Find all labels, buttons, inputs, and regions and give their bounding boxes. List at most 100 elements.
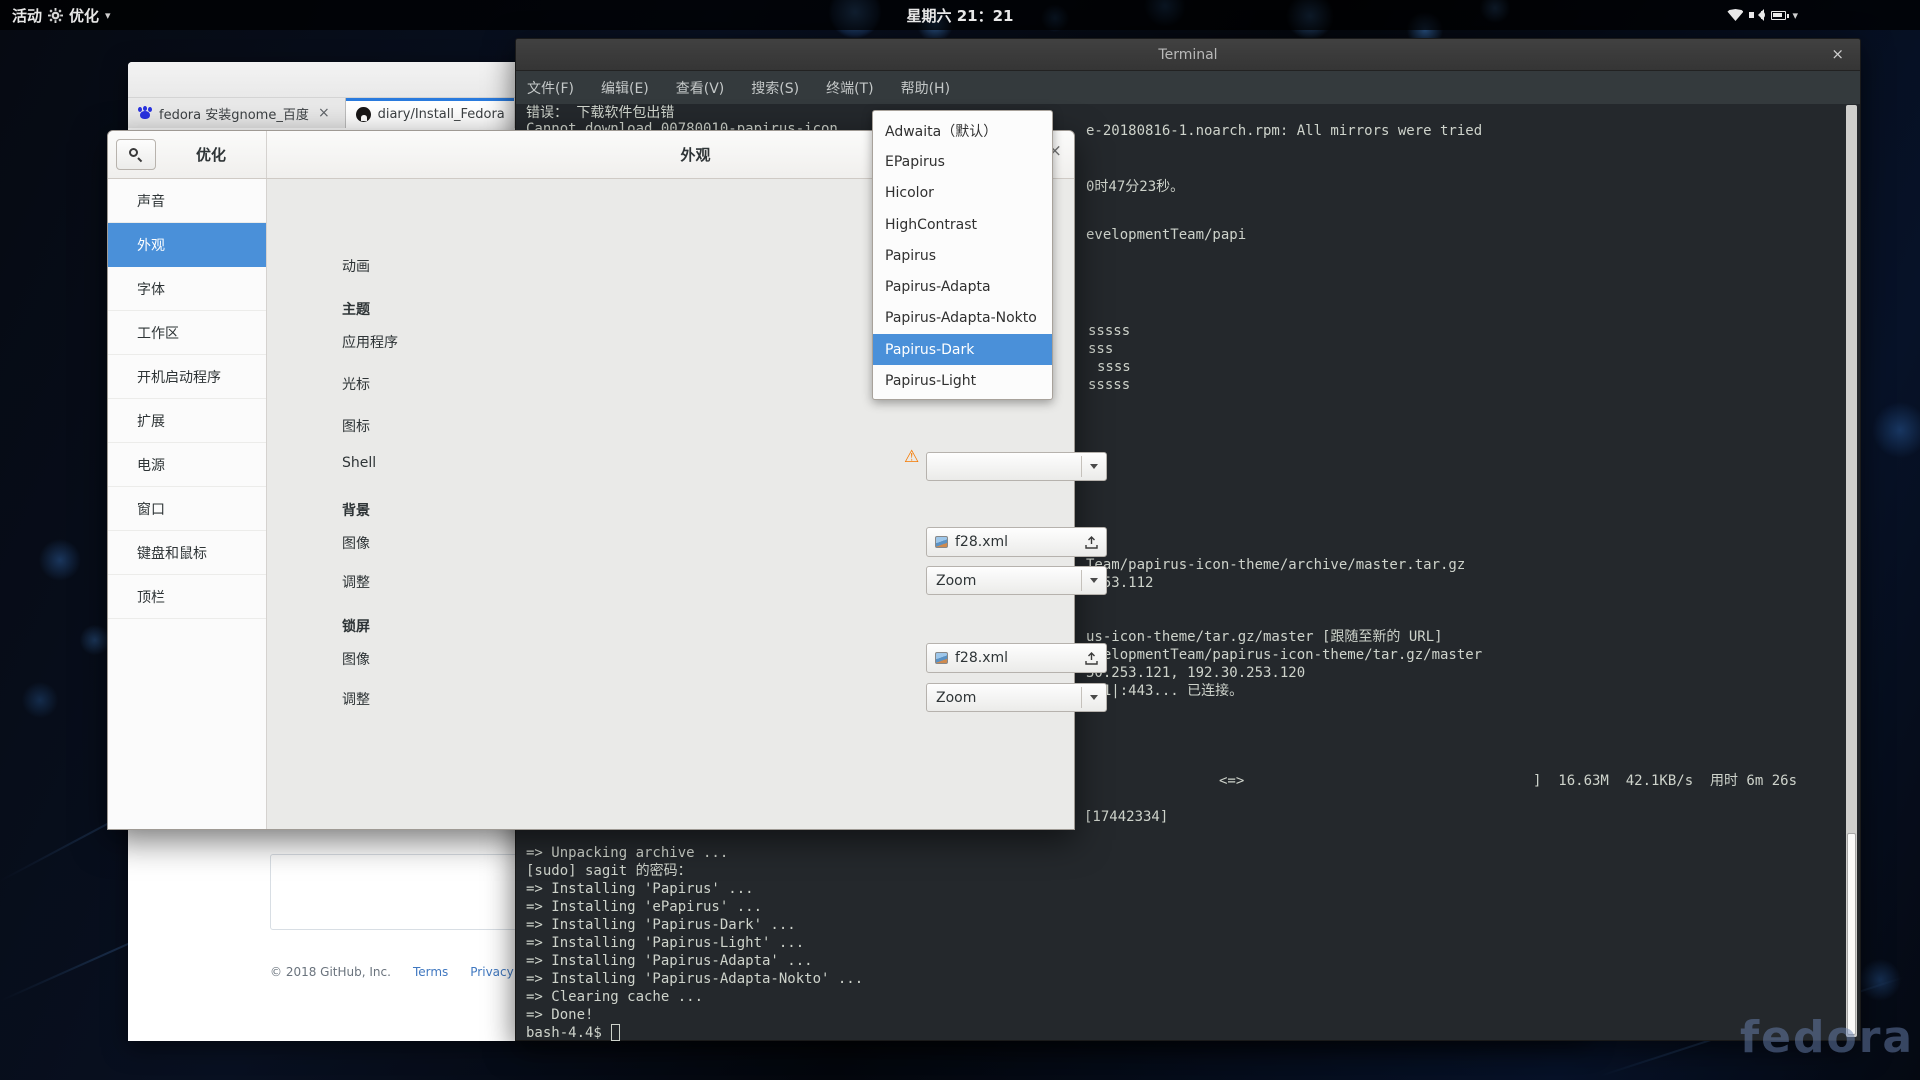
image-file-icon xyxy=(935,536,948,548)
sidebar-item-topbar[interactable]: 顶栏 xyxy=(108,575,266,619)
terminal-close-button[interactable]: × xyxy=(1831,45,1844,63)
lockscreen-adjustment-dropdown[interactable]: Zoom xyxy=(926,683,1107,712)
terminal-line: => Installing 'Papirus-Adapta-Nokto' ... xyxy=(526,971,863,988)
sidebar-item-label: 字体 xyxy=(137,279,165,299)
cursor-label: 光标 xyxy=(342,374,370,394)
theme-option-epapirus[interactable]: EPapirus xyxy=(873,146,1052,177)
theme-option-papirus-adapta[interactable]: Papirus-Adapta xyxy=(873,271,1052,302)
sidebar-item-sound[interactable]: 声音 xyxy=(108,179,266,223)
theme-option-hicolor[interactable]: Hicolor xyxy=(873,178,1052,209)
sidebar-item-label: 顶栏 xyxy=(137,587,165,607)
page-title: 外观 xyxy=(680,144,710,165)
tab-close-icon[interactable]: × xyxy=(318,105,330,121)
theme-option-papirus-dark[interactable]: Papirus-Dark xyxy=(873,334,1052,365)
chevron-down-icon: ▾ xyxy=(1792,9,1798,22)
theme-option-adwaita[interactable]: Adwaita（默认） xyxy=(873,115,1052,146)
terminal-prompt[interactable]: bash-4.4$ xyxy=(526,1025,602,1042)
terminal-line: evelopmentTeam/papirus-icon-theme/tar.gz… xyxy=(1086,647,1482,664)
icons-label: 图标 xyxy=(342,416,370,436)
lockscreen-image-label: 图像 xyxy=(342,649,370,669)
theme-option-highcontrast[interactable]: HighContrast xyxy=(873,209,1052,240)
lockscreen-adjustment-value: Zoom xyxy=(927,690,1081,706)
background-adjustment-value: Zoom xyxy=(927,573,1081,589)
github-favicon xyxy=(356,107,371,122)
animation-label: 动画 xyxy=(342,256,370,276)
system-status-area[interactable]: ▾ xyxy=(1727,0,1798,30)
terminal-line: Team/papirus-icon-theme/archive/master.t… xyxy=(1086,557,1465,574)
background-adjustment-label: 调整 xyxy=(342,572,370,592)
sidebar-item-label: 工作区 xyxy=(137,323,179,343)
sidebar-item-workspaces[interactable]: 工作区 xyxy=(108,311,266,355)
terminal-line: e-20180816-1.noarch.rpm: All mirrors wer… xyxy=(1086,123,1482,140)
terminal-line: ssss xyxy=(1097,359,1131,376)
sidebar-item-appearance[interactable]: 外观 xyxy=(108,223,266,267)
footer-link-privacy[interactable]: Privacy xyxy=(470,965,513,979)
background-image-filename: f28.xml xyxy=(955,534,1078,550)
fedora-watermark: fedora xyxy=(1740,1012,1914,1063)
scrollbar-thumb[interactable] xyxy=(1847,833,1856,1035)
terminal-line: 错误： 下载软件包出错 xyxy=(526,105,674,122)
app-menu-button[interactable]: 优化 ▾ xyxy=(48,0,111,30)
terminal-line: 30.253.121, 192.30.253.120 xyxy=(1086,665,1305,682)
sidebar-item-label: 声音 xyxy=(137,191,165,211)
file-open-icon xyxy=(1085,536,1098,549)
sidebar-item-extensions[interactable]: 扩展 xyxy=(108,399,266,443)
terminal-line: sssss xyxy=(1088,323,1130,340)
chevron-down-icon xyxy=(1082,691,1106,704)
browser-tab-baidu[interactable]: fedora 安装gnome_百度搜 × xyxy=(128,98,346,128)
tweaks-app-icon xyxy=(48,8,63,23)
lockscreen-image-file-button[interactable]: f28.xml xyxy=(926,643,1107,673)
volume-icon xyxy=(1749,9,1765,21)
browser-tab-github[interactable]: diary/Install_Fedora. xyxy=(346,98,514,128)
background-image-file-button[interactable]: f28.xml xyxy=(926,527,1107,557)
menu-file[interactable]: 文件(F) xyxy=(527,78,574,98)
theme-option-papirus-light[interactable]: Papirus-Light xyxy=(873,365,1052,396)
menu-search[interactable]: 搜索(S) xyxy=(751,78,799,98)
icon-theme-popup: Adwaita（默认） EPapirus Hicolor HighContras… xyxy=(872,110,1053,400)
background-image-label: 图像 xyxy=(342,533,370,553)
terminal-titlebar[interactable]: Terminal × xyxy=(516,39,1860,71)
menu-edit[interactable]: 编辑(E) xyxy=(601,78,649,98)
menu-help[interactable]: 帮助(H) xyxy=(901,78,950,98)
terminal-line: us-icon-theme/tar.gz/master [跟随至新的 URL] xyxy=(1086,629,1443,646)
terminal-line: [17442334] xyxy=(1084,809,1168,826)
github-copyright: © 2018 GitHub, Inc. xyxy=(270,965,391,979)
terminal-line: => Installing 'Papirus-Dark' ... xyxy=(526,917,796,934)
search-icon xyxy=(129,148,143,162)
menu-terminal[interactable]: 终端(T) xyxy=(826,78,873,98)
sidebar-item-startup[interactable]: 开机启动程序 xyxy=(108,355,266,399)
terminal-line: => Done! xyxy=(526,1007,593,1024)
applications-label: 应用程序 xyxy=(342,332,398,352)
search-button[interactable] xyxy=(116,139,156,170)
terminal-scrollbar[interactable] xyxy=(1846,105,1857,1037)
sidebar-item-fonts[interactable]: 字体 xyxy=(108,267,266,311)
sidebar-item-label: 电源 xyxy=(137,455,165,475)
footer-link-terms[interactable]: Terms xyxy=(413,965,448,979)
sidebar-item-power[interactable]: 电源 xyxy=(108,443,266,487)
battery-icon xyxy=(1771,11,1786,20)
sidebar-item-keyboard-mouse[interactable]: 键盘和鼠标 xyxy=(108,531,266,575)
terminal-line: => Installing 'ePapirus' ... xyxy=(526,899,762,916)
image-file-icon xyxy=(935,652,948,664)
terminal-line: => Installing 'Papirus-Light' ... xyxy=(526,935,804,952)
chevron-down-icon xyxy=(1082,460,1106,473)
sidebar-item-windows[interactable]: 窗口 xyxy=(108,487,266,531)
shell-theme-dropdown[interactable] xyxy=(926,452,1107,481)
theme-option-papirus[interactable]: Papirus xyxy=(873,240,1052,271)
background-adjustment-dropdown[interactable]: Zoom xyxy=(926,566,1107,595)
menu-view[interactable]: 查看(V) xyxy=(676,78,725,98)
tab-title: diary/Install_Fedora. xyxy=(378,107,504,122)
clock[interactable]: 星期六 21：21 xyxy=(0,0,1920,30)
terminal-line: [sudo] sagit 的密码： xyxy=(526,863,692,880)
file-open-icon xyxy=(1085,652,1098,665)
background-section-header: 背景 xyxy=(342,500,370,520)
lockscreen-image-filename: f28.xml xyxy=(955,650,1078,666)
sidebar-item-label: 外观 xyxy=(137,235,165,255)
terminal-cursor xyxy=(611,1024,620,1041)
tweaks-sidebar: 声音 外观 字体 工作区 开机启动程序 扩展 电源 窗口 键盘和鼠标 顶栏 xyxy=(108,179,267,829)
themes-section-header: 主题 xyxy=(342,299,370,319)
activities-button[interactable]: 活动 xyxy=(12,0,42,30)
terminal-menubar: 文件(F) 编辑(E) 查看(V) 搜索(S) 终端(T) 帮助(H) xyxy=(516,71,1860,104)
theme-option-papirus-adapta-nokto[interactable]: Papirus-Adapta-Nokto xyxy=(873,303,1052,334)
lockscreen-adjustment-label: 调整 xyxy=(342,689,370,709)
